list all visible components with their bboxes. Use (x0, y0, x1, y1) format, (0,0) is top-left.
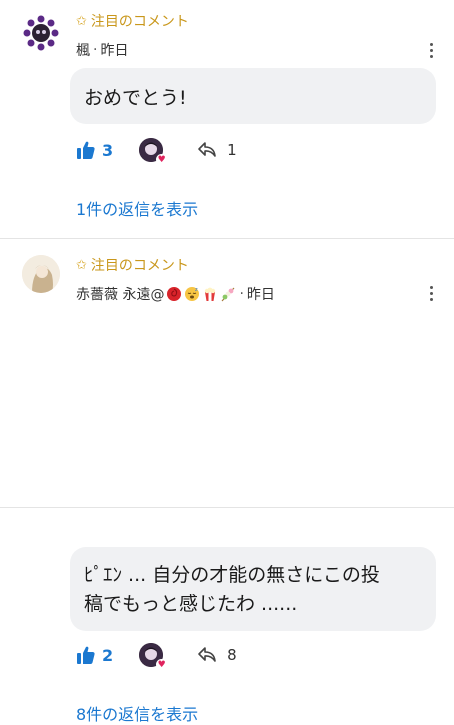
author-name[interactable]: 赤薔薇 永遠@ (76, 284, 164, 304)
sleepy-emoji: z (185, 287, 200, 301)
star-icon: ✩ (76, 13, 87, 29)
author-name[interactable]: 楓 (76, 40, 90, 60)
svg-text:z: z (195, 287, 198, 293)
comment-actions: 2 ♥ 8 (76, 643, 237, 670)
like-button[interactable]: 2 (76, 645, 113, 665)
like-count: 3 (102, 140, 114, 160)
heart-icon: ♥ (156, 154, 168, 165)
avatar[interactable] (22, 255, 60, 293)
comment-text-line-1: ﾋﾟｴﾝ ... 自分の才能の無さにこの投 (84, 564, 380, 586)
reply-button[interactable]: 8 (197, 646, 237, 664)
reply-count: 1 (227, 141, 237, 159)
more-vertical-icon[interactable] (430, 43, 434, 59)
rose-emoji (167, 287, 182, 301)
like-button[interactable]: 3 (76, 140, 113, 160)
like-count: 2 (102, 645, 114, 665)
popcorn-emoji (205, 287, 216, 301)
comment-2: ✩ 注目のコメント 赤薔薇 永遠@ z · 昨日 ﾋﾟｴﾝ ... 自分の才能の… (0, 239, 454, 724)
comment-text-line-2: 稿でもっと感じたわ ...... (84, 593, 298, 615)
comment-text: おめでとう! (84, 87, 187, 109)
featured-label: ✩ 注目のコメント (76, 13, 189, 31)
comment-bubble: ﾋﾟｴﾝ ... 自分の才能の無さにこの投 稿でもっと感じたわ ...... (70, 547, 436, 631)
comment-meta: 赤薔薇 永遠@ z · 昨日 (76, 284, 275, 304)
show-replies-link[interactable]: 1件の返信を表示 (76, 196, 198, 220)
reply-button[interactable]: 1 (197, 141, 237, 159)
timestamp: 昨日 (246, 287, 275, 303)
heart-icon: ♥ (156, 659, 168, 670)
creator-heart-avatar: ♥ (139, 643, 168, 670)
featured-label: ✩ 注目のコメント (76, 257, 189, 275)
divider (0, 507, 454, 508)
timestamp: 昨日 (100, 43, 129, 59)
reply-icon (198, 142, 216, 157)
dango-emoji (222, 287, 235, 302)
separator-dot: · (93, 42, 98, 58)
creator-heart-avatar: ♥ (139, 138, 168, 165)
comment-1: ✩ 注目のコメント 楓 · 昨日 おめでとう! 3 ♥ 1 1件の返信を表示 (0, 0, 454, 238)
comment-bubble: おめでとう! (70, 68, 436, 124)
show-replies-link[interactable]: 8件の返信を表示 (76, 701, 198, 725)
star-icon: ✩ (76, 257, 87, 273)
thumbs-up-icon (77, 141, 95, 159)
reply-count: 8 (227, 646, 237, 664)
more-vertical-icon[interactable] (430, 286, 434, 302)
avatar[interactable] (22, 14, 60, 52)
comment-meta: 楓 · 昨日 (76, 40, 128, 60)
reply-icon (198, 647, 216, 662)
comment-actions: 3 ♥ 1 (76, 138, 237, 165)
thumbs-up-icon (77, 646, 95, 664)
separator-dot: · (239, 286, 244, 302)
